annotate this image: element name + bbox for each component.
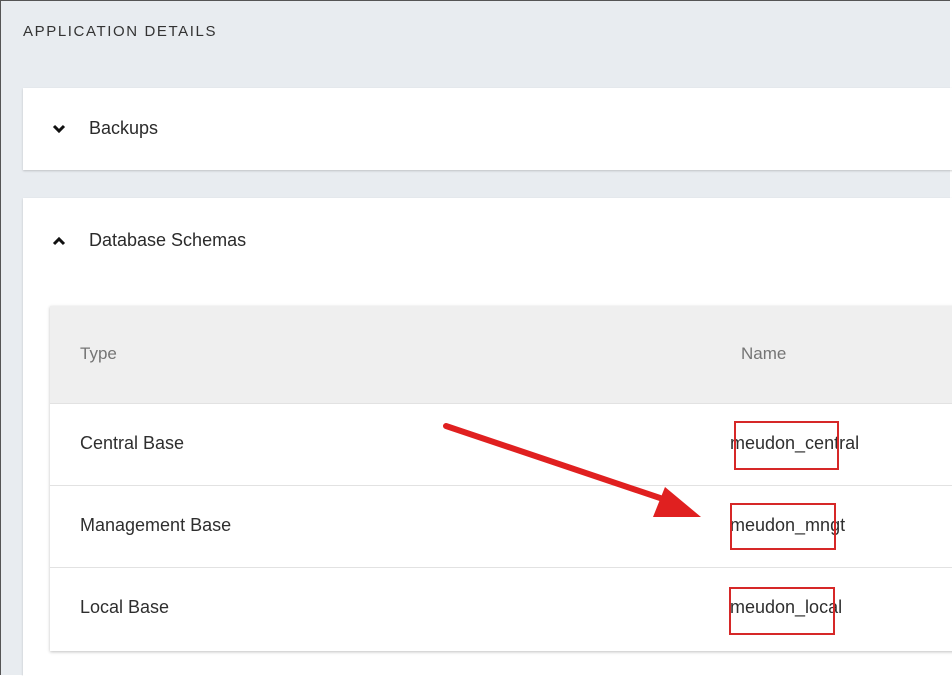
table-header: Type Name (50, 306, 952, 403)
database-schemas-panel-toggle[interactable]: Database Schemas (51, 230, 246, 251)
chevron-down-icon (51, 121, 67, 137)
row-type: Central Base (80, 433, 185, 453)
table-row[interactable]: Local Base meudon_local (50, 567, 952, 650)
backups-panel-toggle[interactable]: Backups (51, 118, 158, 139)
table-row[interactable]: Management Base meudon_mngt (50, 485, 952, 568)
backups-panel: Backups (23, 88, 952, 170)
row-name: meudon_local (730, 597, 843, 617)
section-title: APPLICATION DETAILS (23, 23, 218, 40)
row-name: meudon_mngt (730, 515, 846, 535)
chevron-up-icon (51, 233, 67, 249)
schemas-table: Type Name Central Base meudon_central Ma… (50, 306, 952, 651)
backups-label: Backups (89, 118, 159, 138)
application-details-frame: APPLICATION DETAILS Backups Database Sch… (0, 0, 952, 676)
table-row[interactable]: Central Base meudon_central (50, 403, 952, 486)
row-name: meudon_central (730, 433, 860, 453)
database-schemas-panel: Database Schemas Type Name Central Base … (23, 198, 952, 676)
column-header-name[interactable]: Name (741, 344, 786, 364)
row-type: Management Base (80, 515, 232, 535)
database-schemas-label: Database Schemas (89, 230, 247, 250)
row-type: Local Base (80, 597, 170, 617)
column-header-type[interactable]: Type (80, 344, 117, 364)
